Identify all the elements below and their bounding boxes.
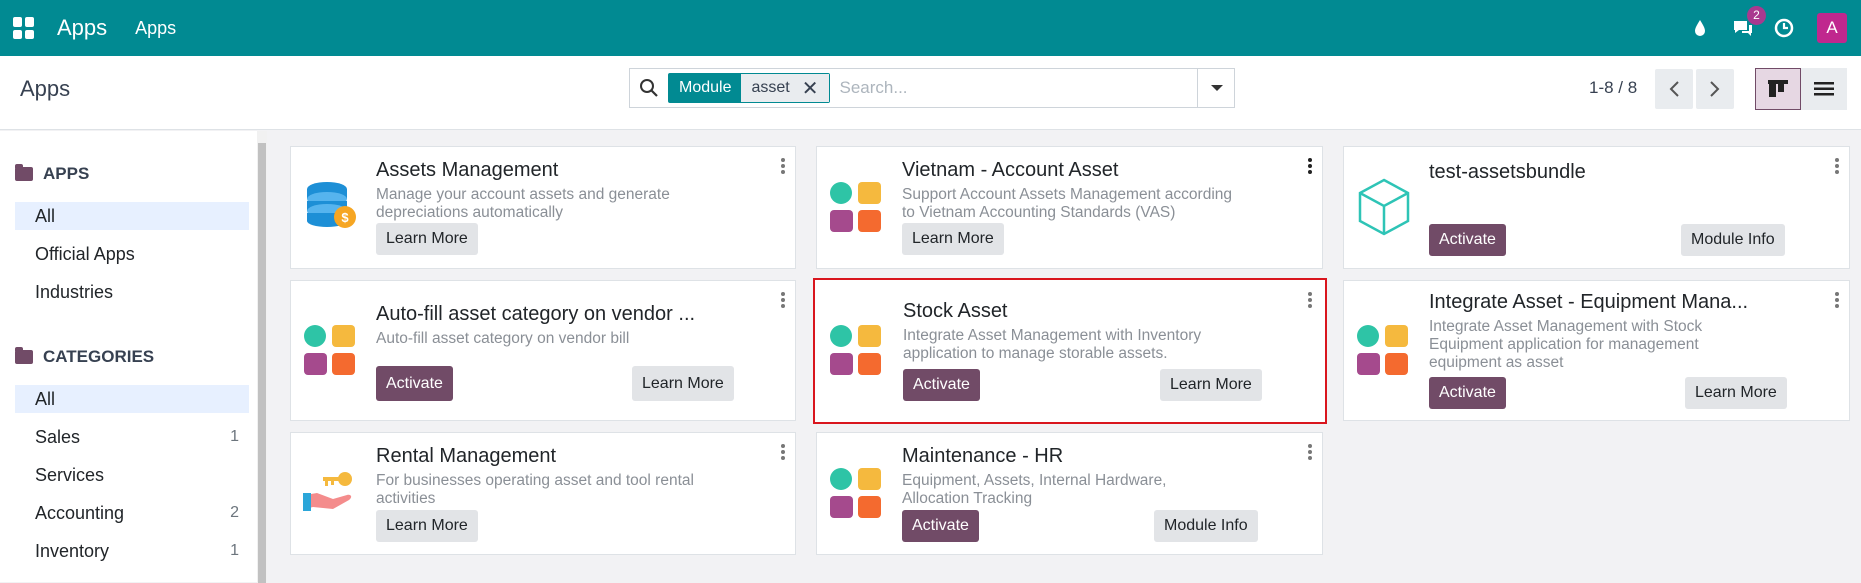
activate-button[interactable]: Activate: [903, 369, 980, 401]
app-card[interactable]: Auto-fill asset category on vendor ... A…: [290, 280, 796, 421]
facet-value: asset ✕: [741, 74, 829, 102]
learn-more-button[interactable]: Learn More: [632, 366, 734, 401]
app-title[interactable]: Apps: [57, 15, 107, 41]
folder-icon: [15, 347, 33, 364]
search-bar: Module asset ✕: [629, 68, 1235, 108]
sidebar-scrollbar[interactable]: [257, 131, 267, 583]
card-description: For businesses operating asset and tool …: [376, 472, 694, 507]
search-facet: Module asset ✕: [668, 73, 830, 103]
app-card[interactable]: test-assetsbundle Activate Module Info: [1343, 146, 1850, 269]
chat-badge: 2: [1747, 6, 1766, 25]
category-services[interactable]: Services: [15, 461, 249, 489]
remove-facet-icon[interactable]: ✕: [802, 76, 819, 101]
top-navbar: Apps Apps 2 A: [0, 0, 1861, 56]
card-menu-icon[interactable]: [781, 292, 785, 310]
app-card[interactable]: Maintenance - HR Equipment, Assets, Inte…: [816, 432, 1323, 555]
menu-apps[interactable]: Apps: [135, 18, 176, 39]
pager-value[interactable]: 1-8 / 8: [1589, 78, 1637, 98]
app-card[interactable]: $ Assets Management Manage your account …: [290, 146, 796, 269]
card-description: Support Account Assets Management accord…: [902, 186, 1233, 221]
module-blocks-icon: [303, 324, 359, 380]
clock-icon[interactable]: [1773, 17, 1795, 39]
learn-more-button[interactable]: Learn More: [1685, 377, 1787, 409]
card-menu-icon[interactable]: [1835, 292, 1839, 310]
card-title: Stock Asset: [903, 300, 1008, 322]
categories-section-header: CATEGORIES: [15, 347, 154, 367]
card-title: Vietnam - Account Asset: [902, 159, 1119, 181]
activate-button[interactable]: Activate: [1429, 224, 1506, 256]
apps-section-header: APPS: [15, 164, 89, 184]
card-menu-icon[interactable]: [1308, 292, 1312, 310]
module-info-button[interactable]: Module Info: [1681, 224, 1785, 256]
app-card[interactable]: Vietnam - Account Asset Support Account …: [816, 146, 1323, 269]
card-menu-icon[interactable]: [1835, 158, 1839, 176]
card-menu-icon[interactable]: [1308, 158, 1312, 176]
module-blocks-icon: [829, 324, 885, 380]
card-description: Manage your account assets and generate …: [376, 186, 670, 221]
card-menu-icon[interactable]: [781, 444, 785, 462]
pager-previous-button[interactable]: [1655, 69, 1693, 109]
filter-industries[interactable]: Industries: [15, 278, 249, 306]
learn-more-button[interactable]: Learn More: [376, 510, 478, 542]
filter-apps-all[interactable]: All: [15, 202, 249, 230]
avatar[interactable]: A: [1817, 13, 1847, 43]
app-card[interactable]: Integrate Asset - Equipment Mana... Inte…: [1343, 280, 1850, 421]
activate-button[interactable]: Activate: [1429, 377, 1506, 409]
cube-icon: [1356, 177, 1412, 236]
search-icon[interactable]: [630, 69, 668, 107]
category-inventory[interactable]: Inventory 1: [15, 537, 249, 565]
module-blocks-icon: [829, 467, 885, 523]
card-description: Integrate Asset Management with Stock Eq…: [1429, 318, 1703, 371]
module-info-button[interactable]: Module Info: [1154, 510, 1258, 542]
folder-icon: [15, 164, 33, 181]
pager-next-button[interactable]: [1696, 69, 1734, 109]
list-view-button[interactable]: [1801, 68, 1847, 110]
category-accounting[interactable]: Accounting 2: [15, 499, 249, 527]
kanban-view-button[interactable]: [1755, 68, 1801, 110]
app-menu-icon[interactable]: [13, 17, 35, 39]
chat-icon[interactable]: 2: [1731, 6, 1766, 39]
svg-text:$: $: [341, 210, 349, 225]
app-card-selected[interactable]: Stock Asset Integrate Asset Management w…: [813, 278, 1327, 424]
card-title: test-assetsbundle: [1429, 161, 1586, 183]
card-description: Equipment, Assets, Internal Hardware, Al…: [902, 472, 1167, 507]
learn-more-button[interactable]: Learn More: [902, 223, 1004, 255]
card-title: Auto-fill asset category on vendor ...: [376, 303, 696, 325]
facet-key: Module: [669, 74, 742, 102]
page-title: Apps: [20, 76, 71, 101]
learn-more-button[interactable]: Learn More: [1160, 369, 1262, 401]
search-options-toggle[interactable]: [1197, 68, 1235, 108]
card-menu-icon[interactable]: [1308, 444, 1312, 462]
activate-button[interactable]: Activate: [902, 510, 979, 542]
category-sales[interactable]: Sales 1: [15, 423, 249, 451]
search-panel: APPS All Official Apps Industries CATEGO…: [0, 131, 258, 582]
activate-button[interactable]: Activate: [376, 366, 453, 401]
card-menu-icon[interactable]: [781, 158, 785, 176]
filter-official-apps[interactable]: Official Apps: [15, 240, 249, 268]
app-card[interactable]: Rental Management For businesses operati…: [290, 432, 796, 555]
card-description: Auto-fill asset category on vendor bill: [376, 330, 630, 347]
learn-more-button[interactable]: Learn More: [376, 223, 478, 255]
control-panel: Apps Module asset ✕ 1-8 / 8: [0, 56, 1861, 130]
card-title: Rental Management: [376, 445, 557, 467]
rental-hand-key-icon: [303, 469, 359, 525]
systray: 2 A: [1669, 0, 1861, 56]
card-description: Integrate Asset Management with Inventor…: [903, 327, 1202, 362]
module-blocks-icon: [829, 181, 885, 237]
category-all[interactable]: All: [15, 385, 249, 413]
assets-management-icon: $: [303, 177, 359, 233]
drop-icon[interactable]: [1689, 17, 1711, 39]
module-blocks-icon: [1356, 324, 1412, 380]
card-title: Integrate Asset - Equipment Mana...: [1429, 291, 1749, 313]
search-input[interactable]: [839, 78, 1180, 98]
card-title: Assets Management: [376, 159, 559, 181]
facet-value-text: asset: [751, 79, 790, 96]
card-title: Maintenance - HR: [902, 445, 1064, 467]
